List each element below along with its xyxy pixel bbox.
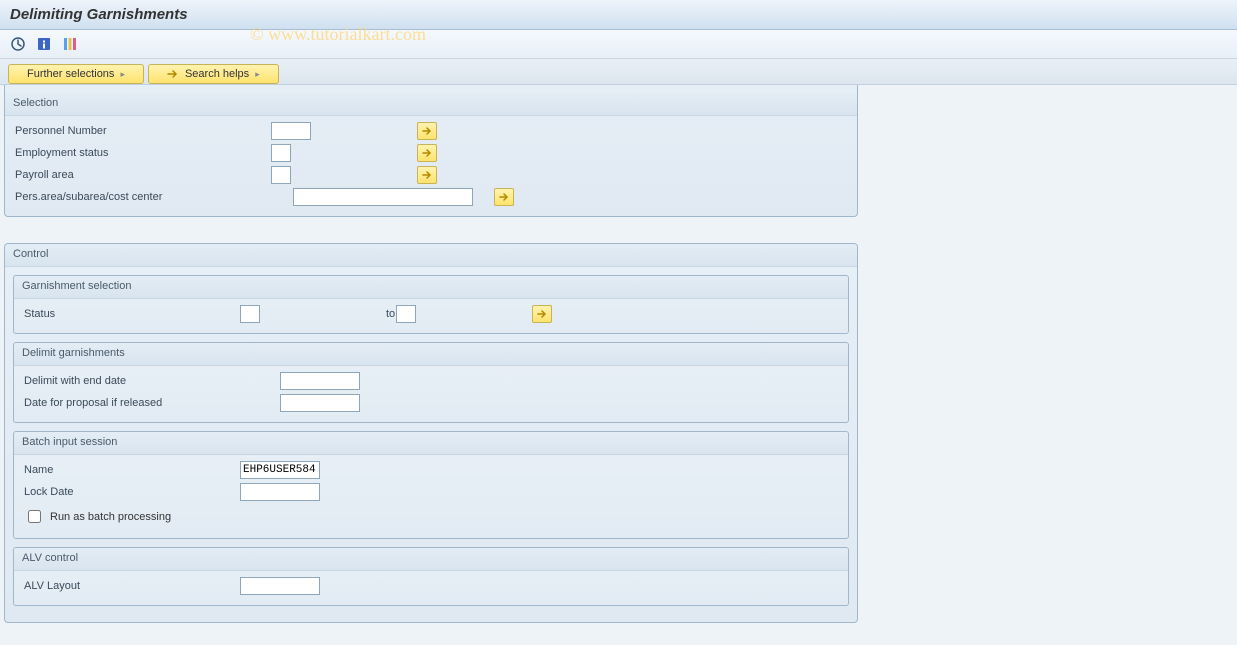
title-bar: Delimiting Garnishments [0,0,1237,30]
tab-strip: Further selections ▸ Search helps ▸ [0,59,1237,85]
variant-icon[interactable] [60,34,80,54]
execute-icon[interactable] [8,34,28,54]
tab-label: Search helps [185,68,249,80]
delimit-end-date-label: Delimit with end date [24,375,274,387]
batch-input-session-group: Batch input session Name Lock Date Run a… [13,431,849,539]
arrow-right-icon [167,69,179,79]
multiple-selection-button[interactable] [494,188,514,206]
personnel-number-label: Personnel Number [15,125,265,137]
batch-name-label: Name [24,464,234,476]
employment-status-label: Employment status [15,147,265,159]
selection-group: Selection Personnel Number Employment st… [4,85,858,217]
payroll-area-label: Payroll area [15,169,265,181]
group-legend: Delimit garnishments [14,343,848,366]
alv-layout-input[interactable] [240,577,320,595]
search-helps-button[interactable]: Search helps ▸ [148,64,279,84]
chevron-right-icon: ▸ [255,69,260,80]
delimit-garnishments-group: Delimit garnishments Delimit with end da… [13,342,849,423]
chevron-right-icon: ▸ [120,69,125,80]
work-area: Selection Personnel Number Employment st… [0,85,1237,645]
multiple-selection-button[interactable] [417,166,437,184]
group-legend: Selection [5,93,857,116]
lock-date-label: Lock Date [24,486,234,498]
icon-toolbar: © www.tutorialkart.com [0,30,1237,59]
delimit-end-date-input[interactable] [280,372,360,390]
garnishment-selection-group: Garnishment selection Status to [13,275,849,334]
batch-name-input[interactable] [240,461,320,479]
status-label: Status [24,308,234,320]
pers-area-input[interactable] [293,188,473,206]
lock-date-input[interactable] [240,483,320,501]
group-legend: ALV control [14,548,848,571]
page-title: Delimiting Garnishments [10,6,1227,23]
group-legend: Batch input session [14,432,848,455]
tab-label: Further selections [27,68,114,80]
date-proposal-input[interactable] [280,394,360,412]
pers-area-label: Pers.area/subarea/cost center [15,191,265,203]
multiple-selection-button[interactable] [417,122,437,140]
date-proposal-label: Date for proposal if released [24,397,274,409]
run-batch-checkbox[interactable] [28,510,41,523]
multiple-selection-button[interactable] [417,144,437,162]
multiple-selection-button[interactable] [532,305,552,323]
alv-control-group: ALV control ALV Layout [13,547,849,606]
alv-layout-label: ALV Layout [24,580,234,592]
status-to-label: to [266,308,390,320]
run-batch-label: Run as batch processing [50,511,171,523]
control-group: Control Garnishment selection Status to … [4,243,858,623]
status-to-input[interactable] [396,305,416,323]
info-icon[interactable] [34,34,54,54]
payroll-area-input[interactable] [271,166,291,184]
group-legend: Control [5,244,857,267]
group-legend: Garnishment selection [14,276,848,299]
personnel-number-input[interactable] [271,122,311,140]
status-from-input[interactable] [240,305,260,323]
further-selections-button[interactable]: Further selections ▸ [8,64,144,84]
employment-status-input[interactable] [271,144,291,162]
